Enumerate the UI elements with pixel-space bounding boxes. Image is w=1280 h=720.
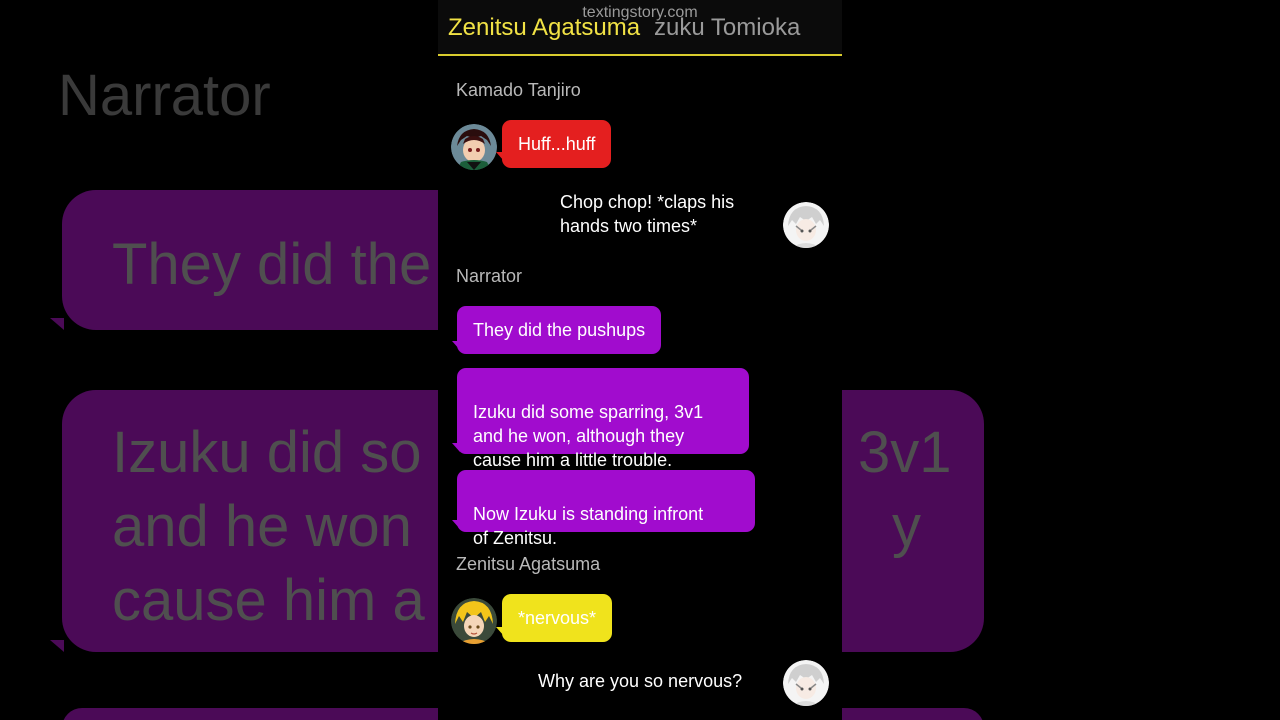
chat-header: zuku Tomioka Zenitsu Agatsuma textingsto… [438,0,842,56]
tanjiro-avatar-icon [451,124,497,170]
bubble-tail-zenitsu [496,627,504,636]
chat-screen[interactable]: zuku Tomioka Zenitsu Agatsuma textingsto… [438,0,842,720]
background-bubble-2-line-1: Izuku did so [112,420,422,485]
izuku-avatar-icon-2 [783,660,829,706]
message-text-zenitsu: *nervous* [518,608,597,628]
message-text-tanjiro: Huff...huff [518,134,596,154]
message-bubble-zenitsu: *nervous* [502,594,613,642]
message-text-izuku-1-line-2: hands two times* [560,216,698,236]
background-narrator-label: Narrator [58,63,271,128]
message-text-izuku-1-line-1: Chop chop! *claps his [560,192,735,212]
message-bubble-narrator-1: They did the pushups [457,306,662,354]
sender-name-zenitsu: Zenitsu Agatsuma [456,554,601,574]
izuku-avatar-icon [783,202,829,248]
message-bubble-tanjiro: Huff...huff [502,120,612,168]
bubble-tail-narrator-3 [452,520,460,529]
bubble-tail-narrator-1 [452,341,460,350]
message-text-narrator-1: They did the pushups [473,320,646,340]
message-bubble-narrator-3: Now Izuku is standing infront of Zenitsu… [457,470,755,548]
background-bubble-2-tail [50,640,64,652]
zenitsu-avatar-icon [451,598,497,644]
message-bubble-narrator-2: Izuku did some sparring, 3v1 and he won,… [457,368,749,470]
background-bubble-1-tail [50,318,64,330]
bubble-tail-tanjiro [496,152,504,161]
background-bubble-2-right-2: y [892,494,921,559]
sender-name-tanjiro: Kamado Tanjiro [456,80,581,100]
background-bubble-2-right-1: 3v1 [858,420,952,485]
sender-name-narrator: Narrator [456,266,523,286]
message-text-narrator-2: Izuku did some sparring, 3v1 and he won,… [473,402,704,470]
message-text-narrator-3: Now Izuku is standing infront of Zenitsu… [473,504,704,548]
bubble-tail-narrator-2 [452,443,460,452]
message-text-izuku-2: Why are you so nervous? [538,671,743,691]
background-bubble-1-text: They did the [112,232,432,297]
background-bubble-2-line-3: cause him a [112,568,425,633]
background-bubble-2-line-2: and he won [112,494,412,559]
watermark: textingstory.com [582,4,698,21]
